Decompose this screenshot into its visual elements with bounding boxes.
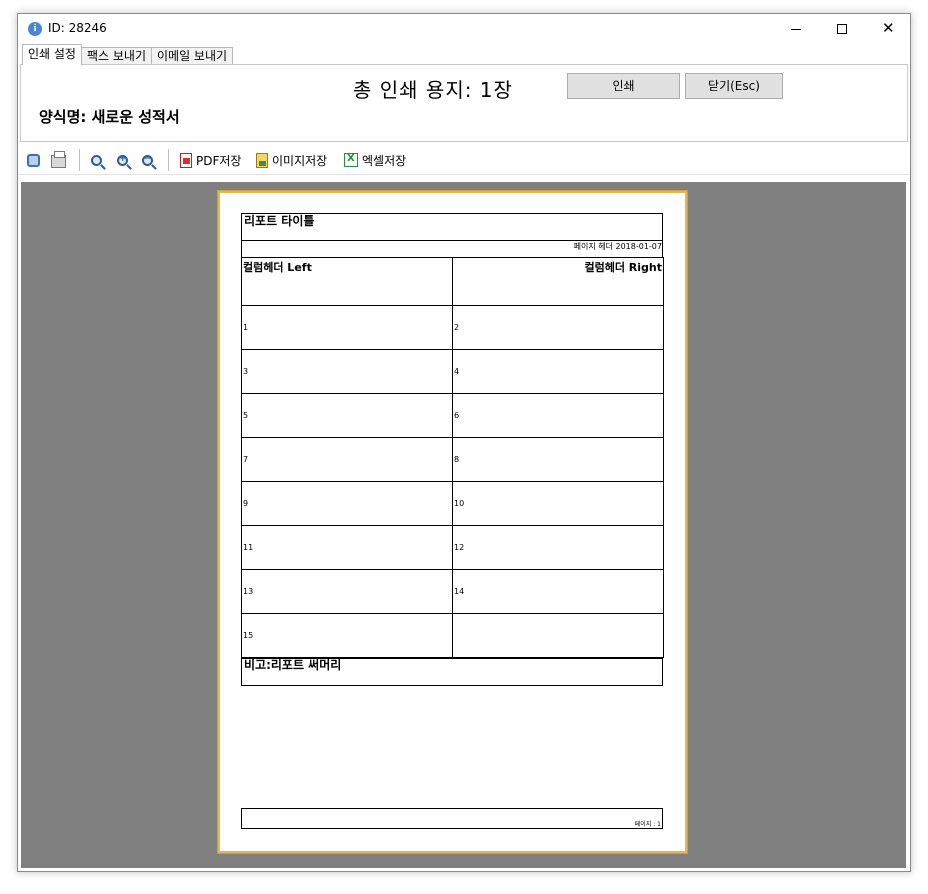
- image-save-label: 이미지저장: [272, 153, 328, 168]
- print-preview-window: i ID: 28246 ✕ 인쇄 설정 팩스 보내기 이메일 보내기 총 인쇄 …: [17, 13, 911, 872]
- zoom-out-button[interactable]: −: [142, 151, 153, 169]
- cell-right: 14: [452, 569, 664, 614]
- cell-right: 2: [452, 305, 664, 350]
- fit-page-icon: [27, 153, 40, 167]
- report-table: 컬럼헤더 Left 컬럼헤더 Right 1 2 3 4 5 6 7 8 9 10 11 12 13 14…: [241, 257, 664, 658]
- table-row: 13 14: [241, 569, 664, 614]
- cell-right: [452, 613, 664, 658]
- cell-left: 7: [241, 437, 453, 482]
- page-header: 페이지 헤더 2018-01-07: [241, 241, 663, 258]
- close-window-button[interactable]: ✕: [865, 14, 910, 44]
- zoom-out-icon: −: [142, 153, 153, 166]
- print-settings-panel: 총 인쇄 용지: 1장 인쇄 닫기(Esc) 양식명: 새로운 성적서: [20, 64, 908, 142]
- preview-toolbar: + − PDF저장 이미지저장 엑셀저장: [18, 145, 910, 175]
- print-icon: [51, 150, 66, 168]
- pdf-save-label: PDF저장: [196, 153, 242, 168]
- table-row: 34: [241, 349, 664, 394]
- fit-page-button[interactable]: [26, 151, 41, 169]
- table-row: 15: [241, 613, 664, 658]
- page-footer: 페이지 : 1: [241, 808, 663, 829]
- cell-right: 10: [452, 481, 664, 526]
- report-summary: 비고:리포트 써머리: [241, 658, 663, 686]
- column-header-left: 컬럼헤더 Left: [241, 257, 453, 306]
- print-button[interactable]: 인쇄: [567, 73, 680, 99]
- table-row: 12: [241, 305, 664, 350]
- title-bar: i ID: 28246 ✕: [18, 14, 910, 44]
- excel-save-button[interactable]: 엑셀저장: [344, 151, 406, 169]
- preview-area[interactable]: 리포트 타이틀 페이지 헤더 2018-01-07 컬럼헤더 Left 컬럼헤더…: [21, 182, 906, 868]
- excel-save-label: 엑셀저장: [362, 153, 407, 168]
- table-row: 78: [241, 437, 664, 482]
- table-row: 9 10: [241, 481, 664, 526]
- table-header-row: 컬럼헤더 Left 컬럼헤더 Right: [241, 257, 664, 306]
- form-name-label: 양식명: 새로운 성적서: [39, 108, 180, 126]
- report-page: 리포트 타이틀 페이지 헤더 2018-01-07 컬럼헤더 Left 컬럼헤더…: [218, 191, 687, 853]
- pdf-save-button[interactable]: PDF저장: [180, 151, 241, 169]
- close-button[interactable]: 닫기(Esc): [685, 73, 783, 99]
- tab-send-email[interactable]: 이메일 보내기: [151, 47, 234, 65]
- close-icon: ✕: [882, 19, 895, 37]
- zoom-button[interactable]: [91, 151, 102, 169]
- zoom-icon: [91, 154, 102, 166]
- maximize-button[interactable]: [819, 14, 865, 44]
- info-icon: i: [28, 22, 42, 36]
- image-save-button[interactable]: 이미지저장: [256, 151, 327, 169]
- print-preview-button[interactable]: [51, 150, 66, 169]
- pdf-icon: [180, 152, 192, 168]
- tab-send-fax[interactable]: 팩스 보내기: [80, 47, 152, 65]
- minimize-icon: [791, 29, 801, 30]
- table-row: 11 12: [241, 525, 664, 570]
- maximize-icon: [837, 24, 847, 34]
- cell-left: 9: [241, 481, 453, 526]
- toolbar-separator: [168, 149, 169, 171]
- toolbar-separator: [79, 149, 80, 171]
- excel-icon: [344, 153, 358, 167]
- table-row: 56: [241, 393, 664, 438]
- window-title: ID: 28246: [48, 21, 107, 35]
- cell-right: 4: [452, 349, 664, 394]
- cell-left: 11: [241, 525, 453, 570]
- cell-left: 13: [241, 569, 453, 614]
- cell-right: 6: [452, 393, 664, 438]
- tab-strip: 인쇄 설정 팩스 보내기 이메일 보내기: [22, 44, 234, 65]
- cell-right: 12: [452, 525, 664, 570]
- total-pages-label: 총 인쇄 용지: 1장: [353, 78, 513, 102]
- cell-left: 15: [241, 613, 453, 658]
- cell-left: 5: [241, 393, 453, 438]
- image-icon: [256, 152, 268, 168]
- report-title: 리포트 타이틀: [241, 213, 663, 241]
- cell-left: 3: [241, 349, 453, 394]
- column-header-right: 컬럼헤더 Right: [452, 257, 664, 306]
- zoom-in-icon: +: [117, 153, 128, 166]
- tab-print-settings[interactable]: 인쇄 설정: [22, 44, 82, 65]
- minimize-button[interactable]: [773, 14, 819, 44]
- cell-left: 1: [241, 305, 453, 350]
- cell-right: 8: [452, 437, 664, 482]
- zoom-in-button[interactable]: +: [117, 151, 128, 169]
